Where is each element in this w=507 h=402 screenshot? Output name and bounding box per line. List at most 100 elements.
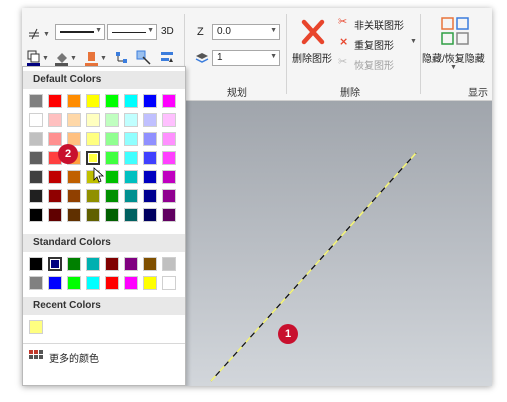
default-color-swatch[interactable]	[86, 132, 100, 146]
standard-color-swatch[interactable]	[67, 257, 81, 271]
default-color-swatch[interactable]	[67, 189, 81, 203]
default-color-swatch[interactable]	[124, 113, 138, 127]
threed-button[interactable]: 3D	[161, 26, 174, 37]
delete-shape-button[interactable]: 删除图形	[290, 18, 336, 68]
delete-x-icon	[301, 19, 325, 45]
default-color-swatch[interactable]	[48, 189, 62, 203]
standard-color-swatch[interactable]	[86, 257, 100, 271]
svg-text:▼: ▼	[70, 55, 77, 62]
standard-color-swatch[interactable]	[124, 276, 138, 290]
default-color-swatch[interactable]	[105, 151, 119, 165]
standard-color-swatch[interactable]	[48, 257, 62, 271]
default-color-swatch[interactable]	[124, 170, 138, 184]
default-color-swatch[interactable]	[105, 189, 119, 203]
default-color-swatch[interactable]	[124, 208, 138, 222]
default-color-swatch[interactable]	[67, 113, 81, 127]
transform-button[interactable]	[136, 50, 152, 66]
snap-button[interactable]	[114, 50, 130, 66]
unrelated-shape-button[interactable]: ✂ 非关联图形	[338, 16, 418, 32]
default-color-swatch[interactable]	[29, 132, 43, 146]
default-color-swatch[interactable]	[86, 151, 100, 165]
restore-shape-button[interactable]: ✂ 恢复图形	[338, 56, 418, 72]
standard-colors-header: Standard Colors	[23, 234, 185, 252]
default-color-swatch[interactable]	[143, 132, 157, 146]
default-color-swatch[interactable]	[86, 189, 100, 203]
standard-color-swatch[interactable]	[162, 276, 176, 290]
default-color-swatch[interactable]	[29, 189, 43, 203]
standard-color-swatch[interactable]	[48, 276, 62, 290]
default-color-swatch[interactable]	[29, 170, 43, 184]
default-color-swatch[interactable]	[67, 208, 81, 222]
more-colors-button[interactable]: 更多的颜色	[27, 347, 181, 367]
duplicate-shape-button[interactable]: ⨯ 重复图形 ▼	[338, 36, 418, 52]
default-color-swatch[interactable]	[29, 151, 43, 165]
default-color-swatch[interactable]	[162, 94, 176, 108]
chevron-down-icon: ▼	[95, 27, 102, 34]
standard-color-swatch[interactable]	[124, 257, 138, 271]
default-color-swatch[interactable]	[48, 170, 62, 184]
default-color-swatch[interactable]	[86, 94, 100, 108]
hide-restore-button[interactable]: 隐藏/恢复隐藏 ▼	[422, 16, 492, 76]
default-color-swatch[interactable]	[143, 151, 157, 165]
line-symbol-button[interactable]: ▼	[26, 25, 52, 41]
chevron-down-icon: ▼	[450, 64, 457, 71]
layer-color-button[interactable]: ▼	[54, 50, 78, 66]
default-color-swatch[interactable]	[48, 113, 62, 127]
default-color-swatch[interactable]	[48, 132, 62, 146]
recent-color-swatch[interactable]	[29, 320, 43, 334]
default-color-swatch[interactable]	[124, 151, 138, 165]
restore-shape-label: 恢复图形	[354, 61, 394, 72]
default-color-swatch[interactable]	[105, 94, 119, 108]
default-color-swatch[interactable]	[48, 208, 62, 222]
z-value-combo[interactable]: 0.0 ▼	[212, 24, 280, 40]
default-color-swatch[interactable]	[29, 208, 43, 222]
default-color-swatch[interactable]	[86, 208, 100, 222]
restore-icon: ✂	[338, 56, 348, 68]
standard-color-swatch[interactable]	[143, 257, 157, 271]
default-color-swatch[interactable]	[162, 113, 176, 127]
default-color-swatch[interactable]	[162, 132, 176, 146]
chevron-down-icon: ▼	[270, 53, 277, 60]
default-color-swatch[interactable]	[29, 113, 43, 127]
default-color-swatch[interactable]	[143, 189, 157, 203]
line-style-combo[interactable]: ▼	[55, 24, 105, 40]
default-color-swatch[interactable]	[162, 151, 176, 165]
align-button[interactable]	[159, 50, 175, 66]
standard-color-swatch[interactable]	[29, 276, 43, 290]
line-weight-combo[interactable]: ▼	[107, 24, 157, 40]
default-colors-header: Default Colors	[23, 71, 185, 89]
default-color-swatch[interactable]	[105, 170, 119, 184]
default-color-swatch[interactable]	[143, 113, 157, 127]
default-color-swatch[interactable]	[86, 113, 100, 127]
default-color-swatch[interactable]	[162, 170, 176, 184]
default-color-swatch[interactable]	[124, 94, 138, 108]
default-color-swatch[interactable]	[105, 208, 119, 222]
default-color-swatch[interactable]	[29, 94, 43, 108]
standard-color-swatch[interactable]	[86, 276, 100, 290]
chevron-down-icon: ▼	[410, 38, 417, 45]
duplicate-x-icon: ⨯	[339, 36, 349, 48]
default-color-swatch[interactable]	[67, 170, 81, 184]
standard-color-swatch[interactable]	[105, 276, 119, 290]
default-color-swatch[interactable]	[67, 94, 81, 108]
color-picker-button[interactable]: ▼	[26, 50, 50, 66]
default-color-swatch[interactable]	[105, 113, 119, 127]
default-color-swatch[interactable]	[162, 189, 176, 203]
default-color-swatch[interactable]	[143, 94, 157, 108]
standard-color-swatch[interactable]	[162, 257, 176, 271]
default-color-swatch[interactable]	[143, 208, 157, 222]
default-color-swatch[interactable]	[143, 170, 157, 184]
default-color-swatch[interactable]	[124, 132, 138, 146]
default-color-swatch[interactable]	[162, 208, 176, 222]
app-window: ▼ ▼ ▼ 3D ▼ ▼ ▼ Z 0.0 ▼ 1 ▼ 规划 删除图形 ✂ 非关联…	[22, 8, 492, 386]
highlight-button[interactable]: ▼	[84, 50, 108, 66]
default-color-swatch[interactable]	[48, 94, 62, 108]
svg-text:▼: ▼	[100, 55, 107, 62]
default-color-swatch[interactable]	[105, 132, 119, 146]
layer-combo[interactable]: 1 ▼	[212, 50, 280, 66]
standard-color-swatch[interactable]	[67, 276, 81, 290]
default-color-swatch[interactable]	[124, 189, 138, 203]
standard-color-swatch[interactable]	[105, 257, 119, 271]
standard-color-swatch[interactable]	[143, 276, 157, 290]
standard-color-swatch[interactable]	[29, 257, 43, 271]
